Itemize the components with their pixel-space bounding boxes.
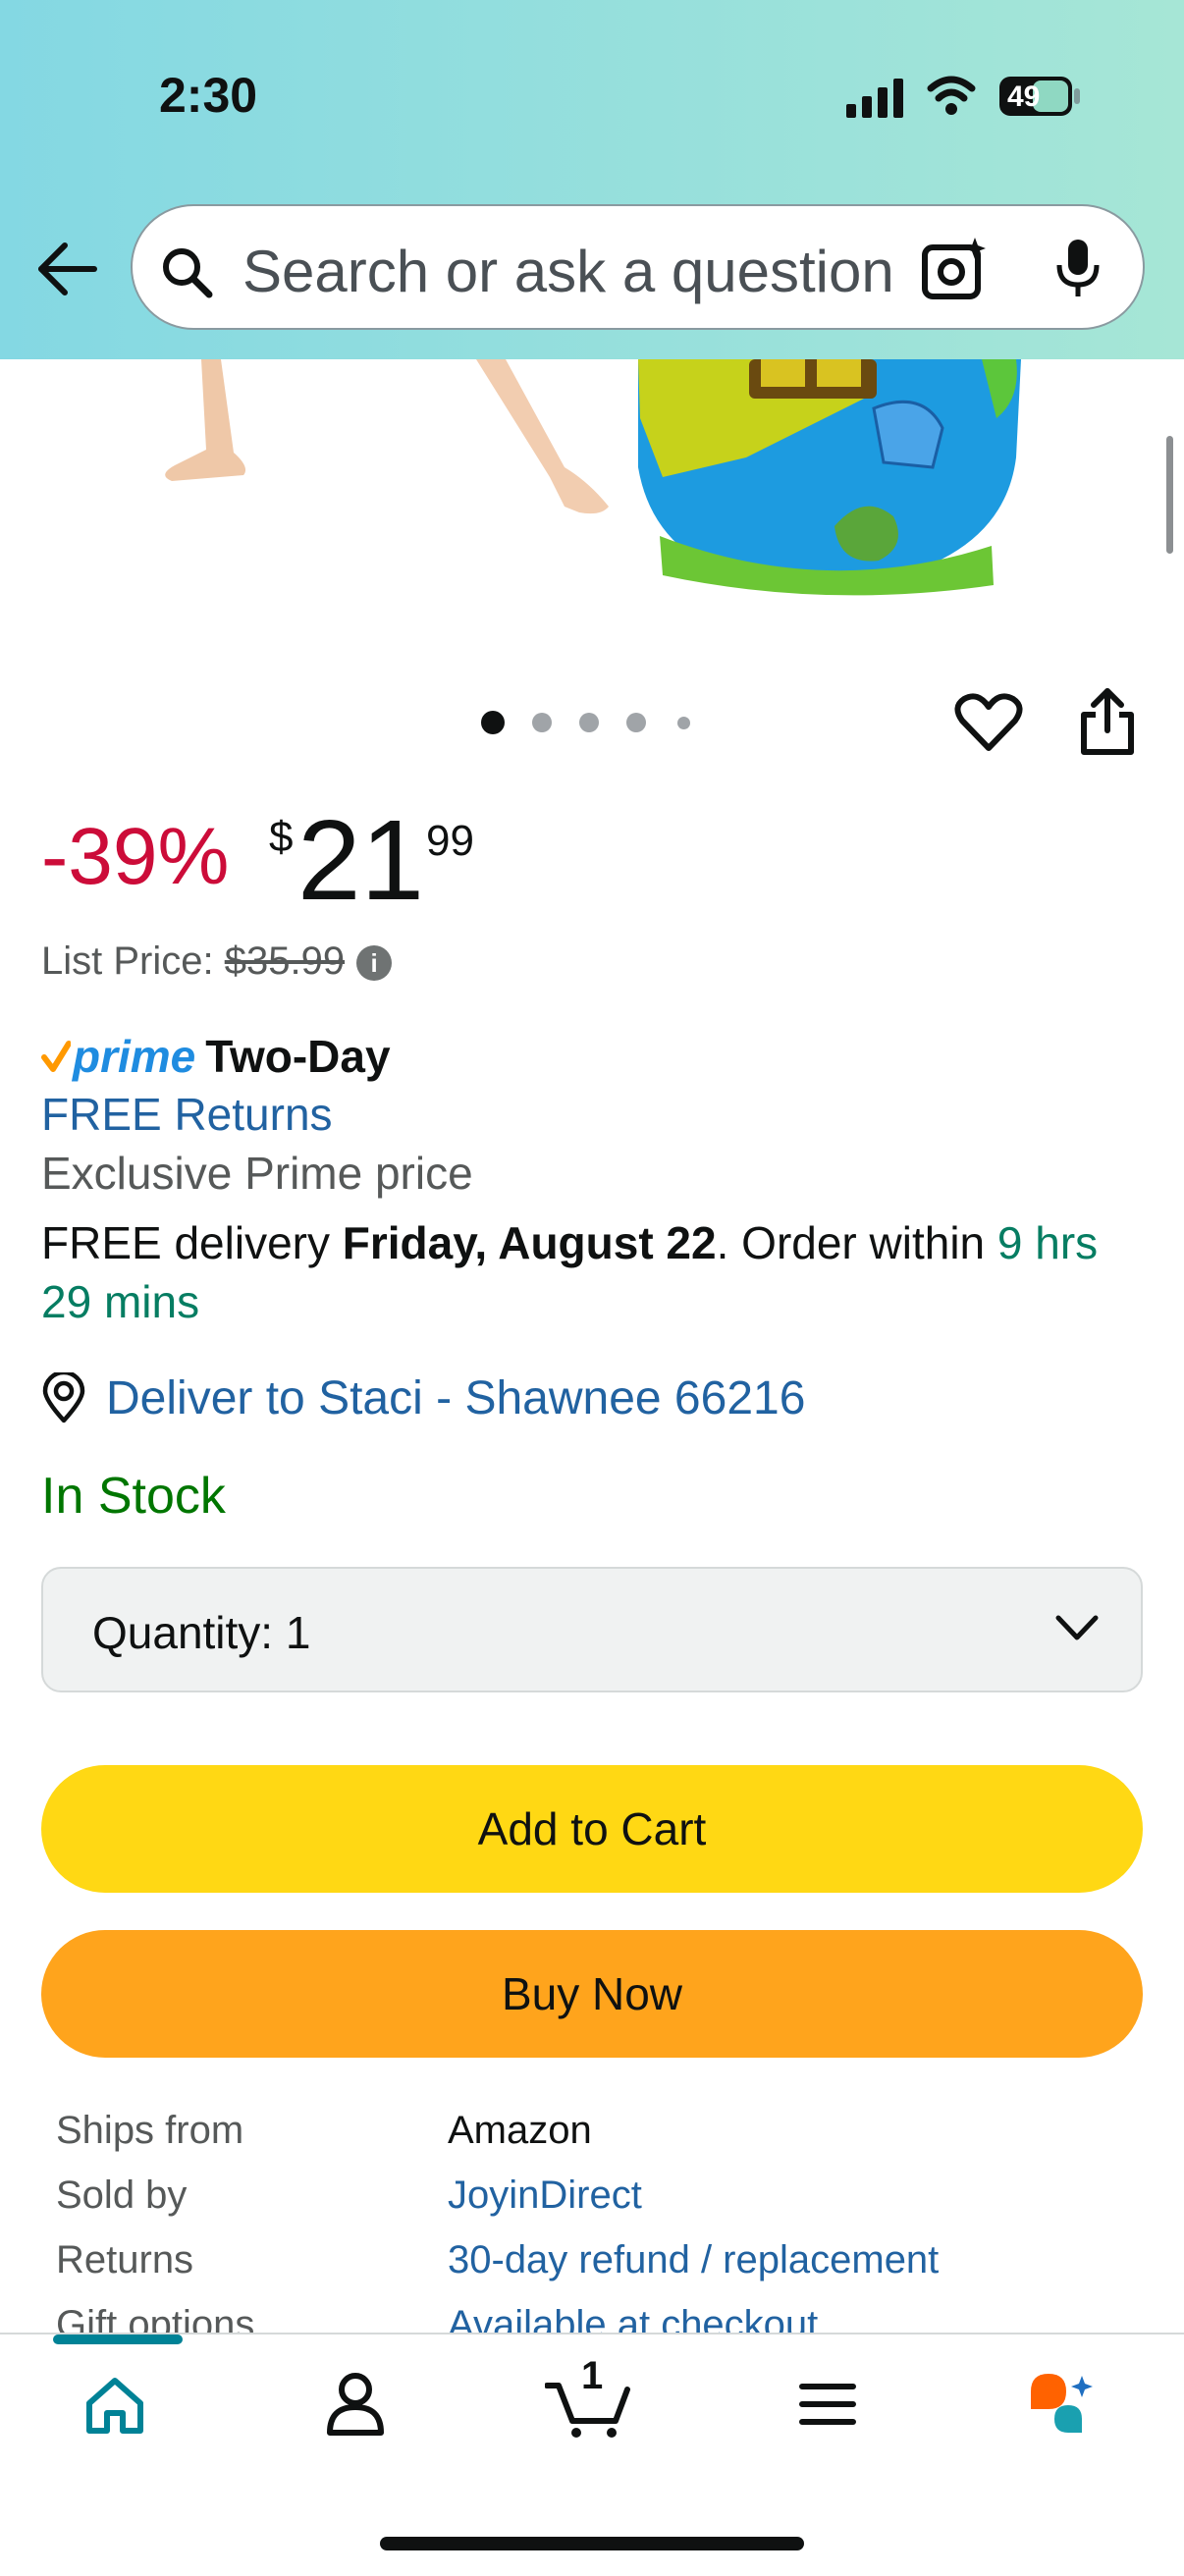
product-photo xyxy=(165,359,1021,596)
quantity-value: 1 xyxy=(285,1607,311,1658)
account-icon[interactable] xyxy=(326,2372,385,2437)
prime-shipping-speed: Two-Day xyxy=(205,1031,391,1082)
share-icon[interactable] xyxy=(1078,687,1137,758)
price-dollars: 21 xyxy=(297,796,425,924)
home-indicator-bar xyxy=(380,2537,804,2550)
quantity-label: Quantity: xyxy=(92,1607,274,1658)
wifi-icon xyxy=(927,76,976,115)
exclusive-prime-price: Exclusive Prime price xyxy=(41,1148,473,1199)
cart-count-badge: 1 xyxy=(581,2354,604,2397)
camera-search-icon[interactable] xyxy=(922,236,991,300)
deliver-to-location[interactable]: Deliver to Staci - Shawnee 66216 xyxy=(41,1368,805,1427)
chevron-down-icon xyxy=(1055,1615,1099,1640)
battery-cap xyxy=(1074,88,1080,104)
back-arrow-icon[interactable] xyxy=(35,242,98,296)
carousel-dot[interactable] xyxy=(677,717,690,729)
microphone-icon[interactable] xyxy=(1053,238,1103,300)
rufus-ai-icon[interactable] xyxy=(1027,2370,1100,2437)
buy-now-button[interactable]: Buy Now xyxy=(41,1930,1143,2058)
stock-status: In Stock xyxy=(41,1468,226,1525)
seller-details: Ships from Amazon Sold by JoyinDirect Re… xyxy=(56,2109,1136,2333)
prime-logo-text: prime xyxy=(73,1031,196,1082)
details-label: Sold by xyxy=(56,2174,188,2217)
details-value: Amazon xyxy=(448,2109,592,2152)
battery-level: 49 xyxy=(1007,80,1041,113)
gift-options-link[interactable]: Available at checkout xyxy=(448,2303,818,2333)
search-input[interactable]: Search or ask a question xyxy=(242,238,894,305)
details-label: Returns xyxy=(56,2238,194,2281)
details-label: Ships from xyxy=(56,2109,244,2152)
carousel-dot[interactable] xyxy=(532,713,552,732)
carousel-dot[interactable] xyxy=(626,713,646,732)
prime-badge: prime Two-Day xyxy=(41,1029,391,1084)
home-icon[interactable] xyxy=(84,2376,145,2437)
delivery-message: FREE delivery Friday, August 22. Order w… xyxy=(41,1213,1151,1331)
prime-check-icon xyxy=(41,1041,71,1072)
status-time: 2:30 xyxy=(159,68,258,123)
active-tab-indicator xyxy=(53,2334,183,2344)
returns-policy-link[interactable]: 30-day refund / replacement xyxy=(448,2238,939,2282)
carousel-dot[interactable] xyxy=(481,711,505,734)
list-price-value: $35.99 xyxy=(224,939,346,983)
list-price: List Price: $35.99 i xyxy=(41,939,393,984)
quantity-selector[interactable]: Quantity: 1 xyxy=(41,1567,1143,1692)
delivery-prefix: FREE delivery xyxy=(41,1217,343,1268)
add-to-cart-button[interactable]: Add to Cart xyxy=(41,1765,1143,1893)
delivery-date: Friday, August 22 xyxy=(342,1217,717,1268)
carousel-dot[interactable] xyxy=(579,713,599,732)
menu-icon[interactable] xyxy=(799,2382,856,2427)
details-label: Gift options xyxy=(56,2303,255,2333)
wishlist-heart-icon[interactable] xyxy=(954,693,1023,754)
deliver-to-text[interactable]: Deliver to Staci - Shawnee 66216 xyxy=(106,1371,805,1425)
quantity-text: Quantity: 1 xyxy=(92,1606,310,1659)
cellular-signal-icon xyxy=(846,79,903,118)
battery-icon: 49 xyxy=(999,77,1072,116)
scrollbar[interactable] xyxy=(1166,436,1173,554)
location-pin-icon xyxy=(42,1372,85,1423)
free-returns-link[interactable]: FREE Returns xyxy=(41,1088,333,1141)
list-price-label: List Price: xyxy=(41,939,214,983)
info-icon[interactable]: i xyxy=(356,945,393,982)
currency-symbol: $ xyxy=(269,813,294,861)
delivery-middle: . Order within xyxy=(716,1217,997,1268)
product-image[interactable] xyxy=(0,359,1184,605)
search-icon xyxy=(163,248,213,298)
seller-link[interactable]: JoyinDirect xyxy=(448,2174,642,2218)
price-cents: 99 xyxy=(426,817,474,865)
discount-percent: -39% xyxy=(41,812,230,901)
top-header: 2:30 49 Search or ask a question xyxy=(0,0,1184,359)
search-bar[interactable]: Search or ask a question xyxy=(131,204,1145,330)
